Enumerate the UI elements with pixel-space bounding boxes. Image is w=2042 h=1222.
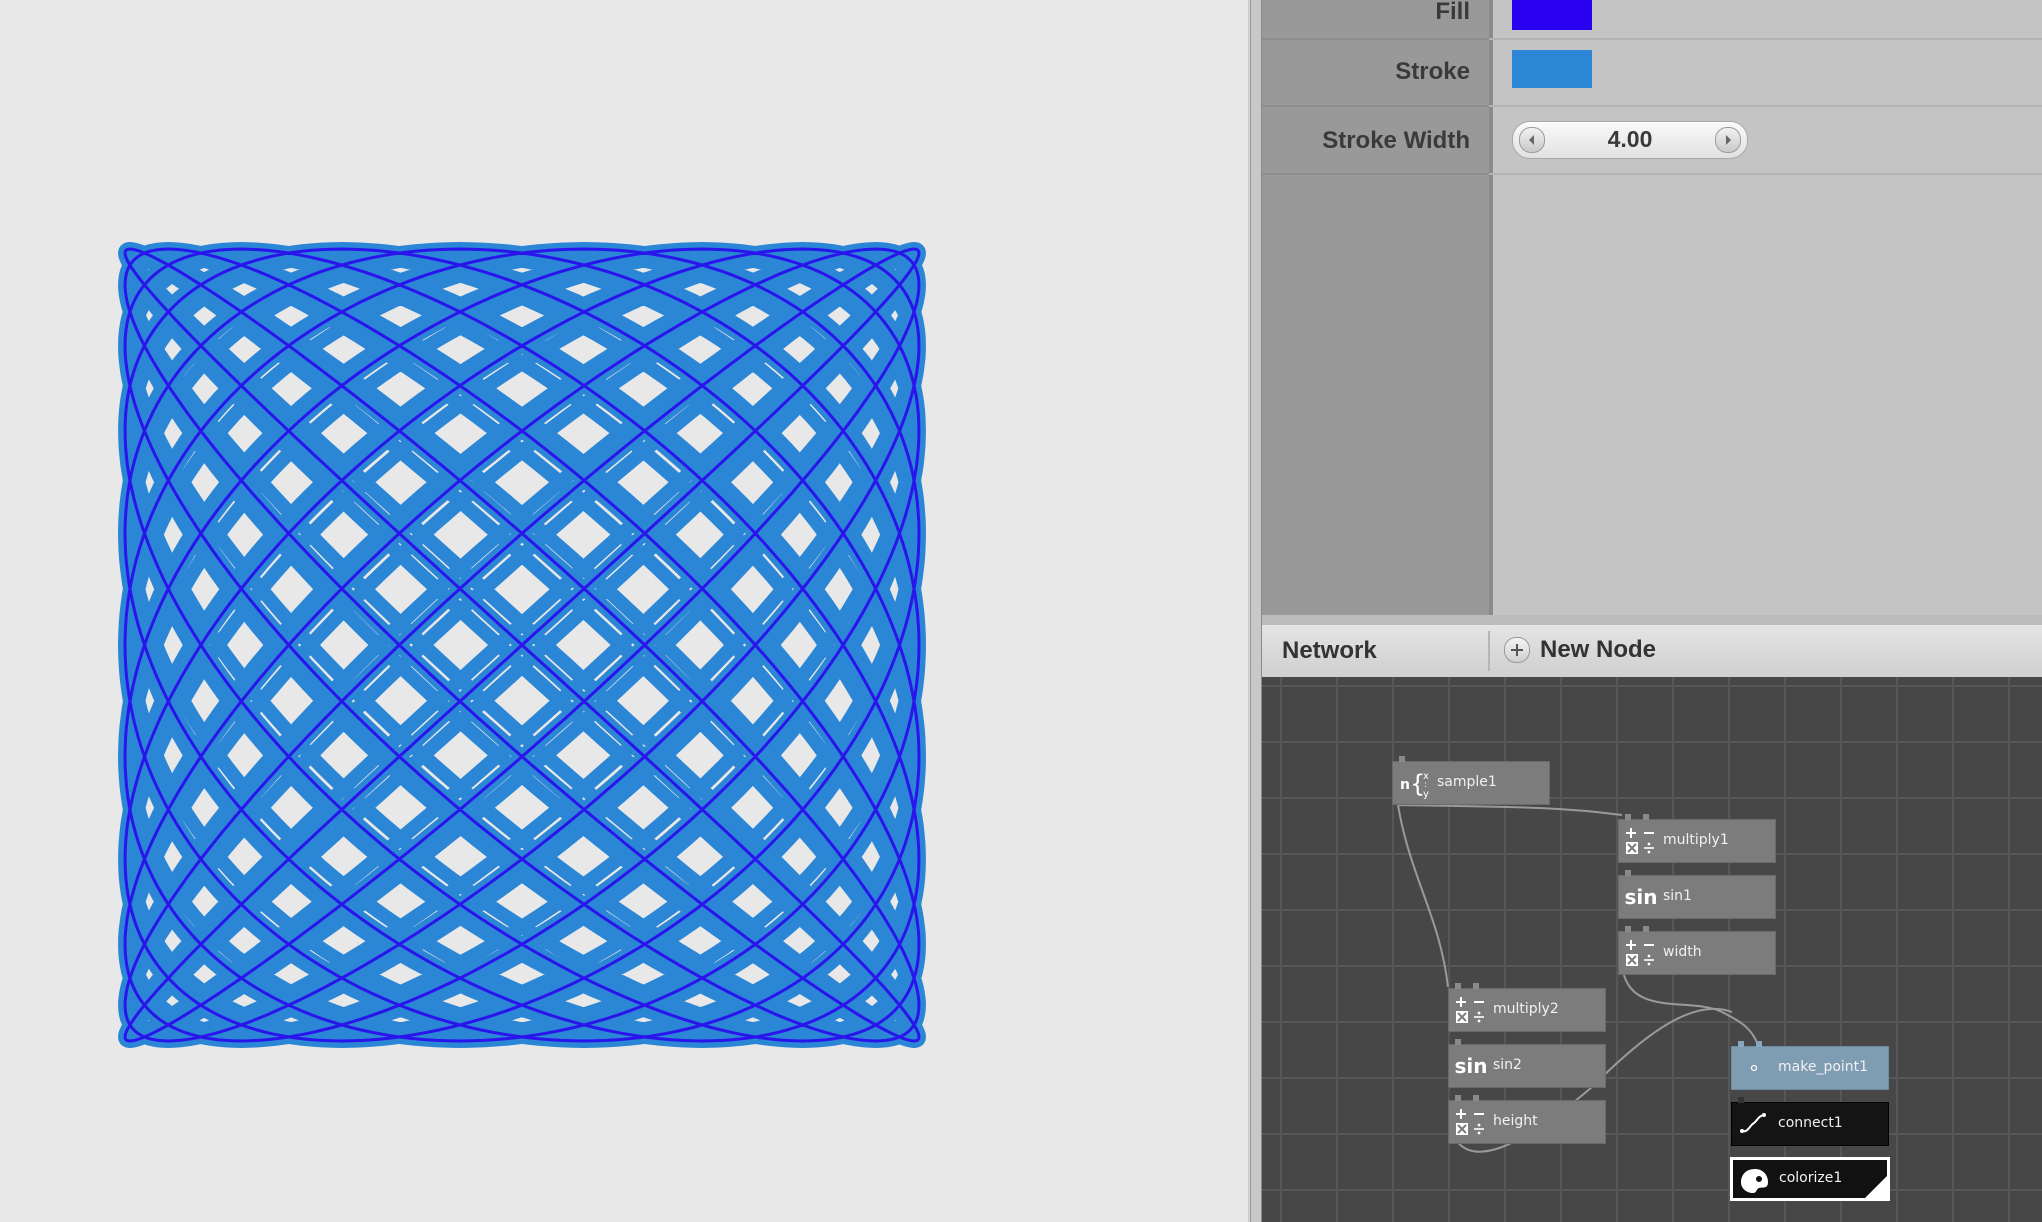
- stroke-color-swatch[interactable]: [1512, 50, 1592, 88]
- math-operators-icon: [1453, 1105, 1489, 1139]
- node-sin1[interactable]: sin sin1: [1619, 870, 1775, 918]
- node-label: height: [1493, 1113, 1538, 1129]
- fill-row: Fill: [1262, 0, 2042, 40]
- decrement-arrow-icon[interactable]: [1519, 127, 1545, 153]
- render-flag-icon: [1865, 1176, 1887, 1198]
- sin-icon: sin: [1454, 1054, 1488, 1078]
- node-colorize1[interactable]: colorize1: [1733, 1160, 1887, 1198]
- node-multiply1[interactable]: multiply1: [1619, 814, 1775, 862]
- connect-path-icon: [1736, 1107, 1772, 1141]
- pane-splitter[interactable]: [1248, 0, 1262, 1222]
- viewer-canvas[interactable]: [0, 0, 1248, 1222]
- svg-text:y: y: [1423, 789, 1429, 800]
- header-divider: [1488, 631, 1490, 671]
- fill-label: Fill: [1435, 0, 1470, 25]
- node-label: make_point1: [1778, 1059, 1869, 1075]
- increment-arrow-icon[interactable]: [1715, 127, 1741, 153]
- fill-color-swatch[interactable]: [1512, 0, 1592, 30]
- node-label: colorize1: [1779, 1170, 1843, 1186]
- node-label: sin1: [1663, 888, 1692, 904]
- svg-text:n: n: [1400, 777, 1410, 793]
- stroke-width-value[interactable]: 4.00: [1549, 126, 1711, 153]
- node-multiply2[interactable]: multiply2: [1449, 983, 1605, 1031]
- node-sin2[interactable]: sin sin2: [1449, 1039, 1605, 1087]
- plus-icon: [1504, 637, 1530, 663]
- network-header: Network New Node: [1262, 615, 2042, 677]
- math-operators-icon: [1623, 936, 1659, 970]
- node-make-point1[interactable]: make_point1: [1732, 1041, 1888, 1089]
- row-divider: [1262, 173, 2042, 175]
- stroke-width-label: Stroke Width: [1322, 127, 1470, 154]
- node-label: connect1: [1778, 1115, 1843, 1131]
- property-inspector: Fill Stroke Stroke Width 4.00: [1262, 0, 2042, 615]
- node-label: sample1: [1437, 774, 1497, 790]
- node-height[interactable]: height: [1449, 1095, 1605, 1143]
- math-operators-icon: [1453, 993, 1489, 1027]
- node-label: sin2: [1493, 1057, 1522, 1073]
- network-title: Network: [1282, 637, 1377, 664]
- sample-icon: n { x : y: [1397, 766, 1433, 800]
- math-operators-icon: [1623, 824, 1659, 858]
- sin-icon: sin: [1624, 885, 1658, 909]
- node-label: multiply1: [1663, 832, 1729, 848]
- stroke-row: Stroke: [1262, 38, 2042, 107]
- new-node-button[interactable]: New Node: [1504, 633, 1656, 667]
- node-label: multiply2: [1493, 1001, 1559, 1017]
- node-width[interactable]: width: [1619, 926, 1775, 974]
- point-icon: [1736, 1051, 1772, 1085]
- node-label: width: [1663, 944, 1702, 960]
- new-node-label: New Node: [1540, 636, 1657, 663]
- network-canvas[interactable]: n { x : y sample1 multiply1 sin sin1 wid…: [1262, 677, 2042, 1222]
- palette-icon: [1737, 1164, 1773, 1198]
- stroke-label: Stroke: [1395, 58, 1470, 85]
- lissajous-figure: [118, 242, 926, 1048]
- node-sample1[interactable]: n { x : y sample1: [1393, 756, 1549, 804]
- stroke-width-stepper[interactable]: 4.00: [1512, 121, 1748, 159]
- node-connect1[interactable]: connect1: [1732, 1097, 1888, 1145]
